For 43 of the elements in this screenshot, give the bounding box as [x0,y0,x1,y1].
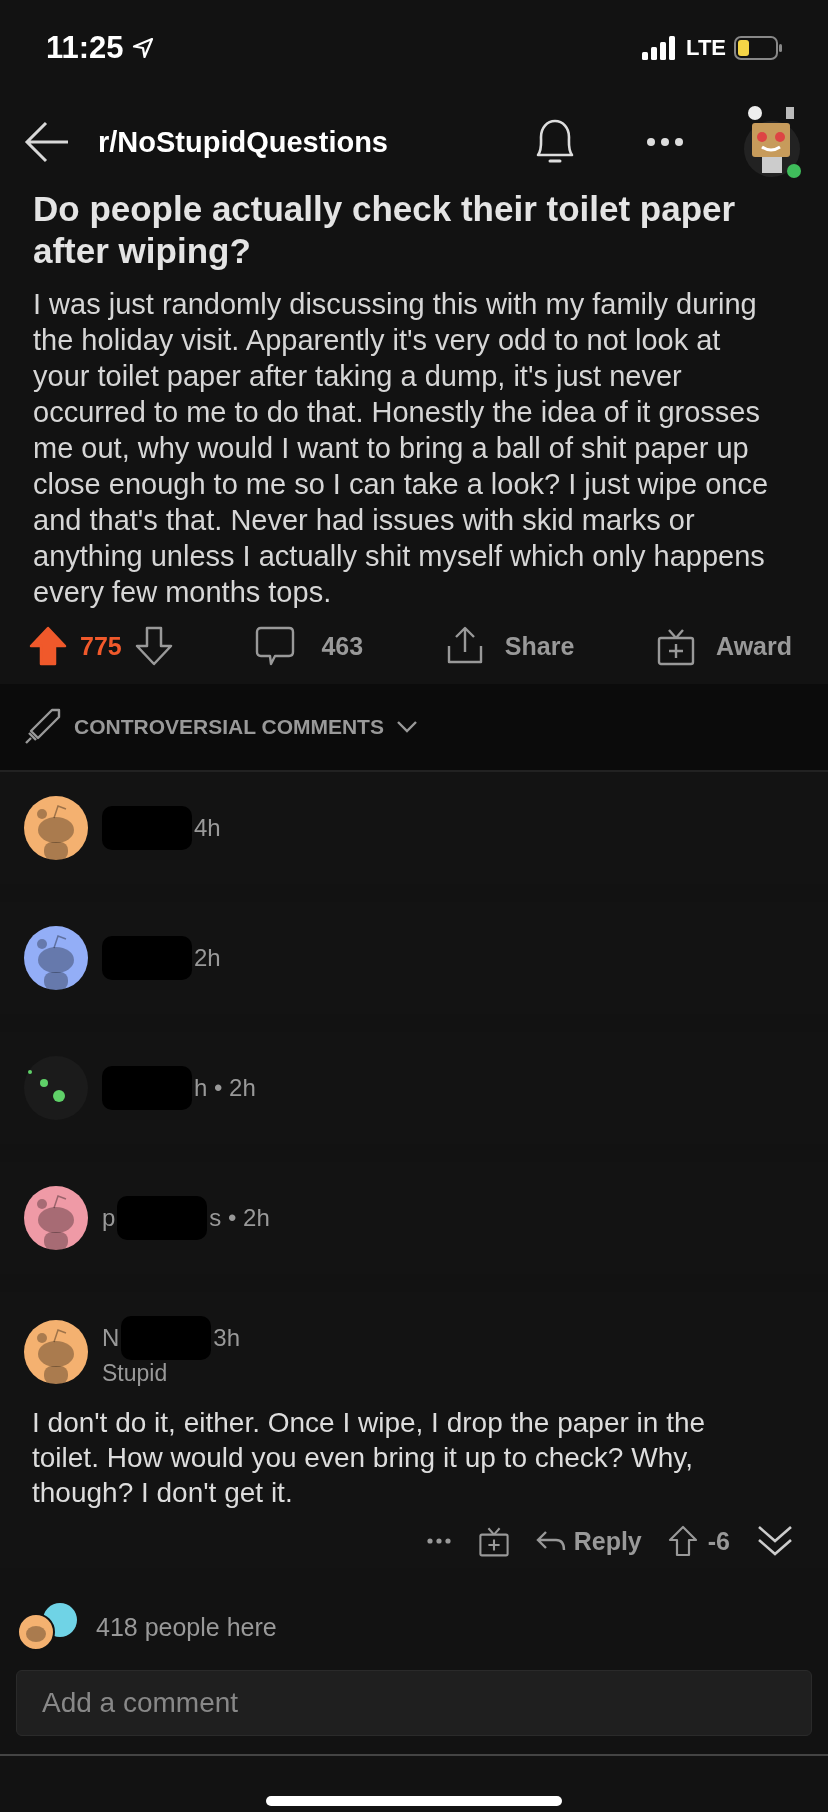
post-title: Do people actually check their toilet paper after wiping? [33,188,737,272]
downvote-arrow-icon[interactable] [133,626,174,666]
chevron-down-icon [395,720,418,734]
user-avatar-icon[interactable] [24,1186,88,1250]
sort-label: CONTROVERSIAL COMMENTS [74,715,384,739]
status-time: 11:25 [46,30,124,66]
award-button[interactable]: Award [656,626,792,666]
comment-body: I don't do it, either. Once I wipe, I drop the paper in the toilet. How would you even bring it up to check? Why, though? I don't get it. [32,1406,707,1510]
back-arrow-icon[interactable] [24,120,70,164]
subreddit-name[interactable]: r/NoStupidQuestions [98,125,504,159]
location-arrow-icon [131,37,154,59]
comment-meta: 2h [194,944,221,972]
more-options-icon[interactable] [646,137,684,147]
gift-icon[interactable] [477,1525,510,1557]
reply-arrow-icon [535,1529,566,1553]
post-body: I was just randomly discussing this with my family during the holiday visit. Apparently it's very odd to not look at your toilet paper after taking a dump, it's just never occurred to me to do that. Honestly the idea of it grosses me out, why would I want to bring a ball of shit paper up close enough to me so I can take a look? I just wipe once and that's that. Never had issues with skid marks or anything unless I actually shit myself which only happens every few months tops. [33,287,770,610]
username-fragment: p [102,1204,116,1232]
share-button[interactable]: Share [444,626,575,666]
comment-meta: 4h [194,814,221,842]
comment-meta: s • 2h [209,1204,270,1232]
collapse-chevron-icon[interactable] [756,1524,794,1558]
comment-score: -6 [707,1526,730,1556]
comment-meta: h • 2h [194,1074,256,1102]
upvote-arrow-icon[interactable] [667,1525,698,1557]
battery-icon [734,36,782,60]
user-avatar-icon[interactable] [24,796,88,860]
network-label: LTE [686,35,726,61]
reply-button[interactable]: Reply [535,1526,642,1556]
comment-meta: 3h [213,1324,241,1352]
user-flair: Stupid [102,1360,169,1387]
post-score: 775 [80,631,122,661]
people-here-count: 418 people here [96,1612,277,1642]
user-avatar-icon[interactable] [24,1319,88,1384]
add-comment-field[interactable]: Add a comment [16,1670,812,1736]
comment-bubble-icon[interactable] [255,626,296,666]
upvote-arrow-icon[interactable] [28,626,68,666]
comment-count: 463 [321,631,364,661]
stacked-avatars-icon [16,1602,80,1652]
user-avatar-icon[interactable] [24,1056,88,1120]
more-options-icon[interactable] [425,1537,452,1545]
username-fragment: N [102,1324,120,1352]
user-avatar-icon[interactable] [24,926,88,990]
sort-bar[interactable]: CONTROVERSIAL COMMENTS [0,684,828,772]
